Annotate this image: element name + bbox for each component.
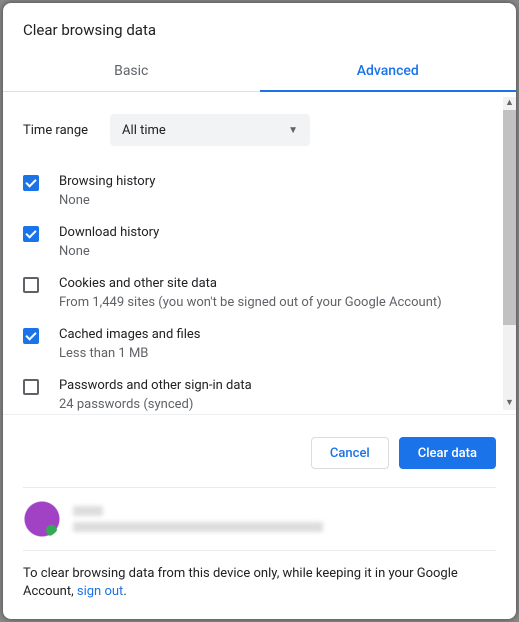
item-title: Browsing history bbox=[59, 173, 496, 191]
time-range-row: Time range All time ▼ bbox=[23, 92, 496, 166]
checkbox-browsing-history[interactable] bbox=[23, 175, 39, 191]
item-subtitle: From 1,449 sites (you won't be signed ou… bbox=[59, 294, 496, 312]
item-text: Download history None bbox=[59, 224, 496, 261]
checkbox-cached-images[interactable] bbox=[23, 328, 39, 344]
tab-basic[interactable]: Basic bbox=[3, 53, 260, 91]
tabs: Basic Advanced bbox=[3, 53, 516, 92]
options-list-wrapper: Time range All time ▼ Browsing history N… bbox=[3, 92, 516, 415]
item-text: Cookies and other site data From 1,449 s… bbox=[59, 275, 496, 312]
item-title: Cookies and other site data bbox=[59, 275, 496, 293]
options-list[interactable]: Time range All time ▼ Browsing history N… bbox=[3, 92, 516, 414]
avatar bbox=[23, 500, 61, 538]
list-item: Download history None bbox=[23, 217, 496, 268]
account-info bbox=[73, 506, 496, 532]
list-item: Cached images and files Less than 1 MB bbox=[23, 319, 496, 370]
list-item: Passwords and other sign-in data 24 pass… bbox=[23, 370, 496, 414]
dialog-title: Clear browsing data bbox=[3, 3, 516, 53]
account-name-redacted bbox=[73, 506, 103, 516]
item-subtitle: None bbox=[59, 192, 496, 210]
footer-text: To clear browsing data from this device … bbox=[3, 551, 516, 619]
checkbox-cookies[interactable] bbox=[23, 277, 39, 293]
item-subtitle: None bbox=[59, 243, 496, 261]
scroll-thumb[interactable] bbox=[503, 110, 516, 325]
button-row: Cancel Clear data bbox=[3, 415, 516, 487]
item-text: Cached images and files Less than 1 MB bbox=[59, 326, 496, 363]
item-title: Cached images and files bbox=[59, 326, 496, 344]
clear-data-button[interactable]: Clear data bbox=[399, 437, 496, 469]
scroll-down-icon[interactable]: ▼ bbox=[503, 397, 516, 410]
checkbox-download-history[interactable] bbox=[23, 226, 39, 242]
chevron-down-icon: ▼ bbox=[288, 125, 298, 136]
item-title: Download history bbox=[59, 224, 496, 242]
time-range-select[interactable]: All time ▼ bbox=[110, 114, 310, 146]
footer-text-2: . bbox=[123, 584, 126, 599]
scroll-up-icon[interactable]: ▲ bbox=[503, 97, 516, 110]
clear-browsing-data-dialog: Clear browsing data Basic Advanced Time … bbox=[3, 3, 516, 619]
time-range-value: All time bbox=[122, 123, 166, 138]
item-subtitle: Less than 1 MB bbox=[59, 345, 496, 363]
tab-advanced[interactable]: Advanced bbox=[260, 53, 517, 91]
checkbox-passwords[interactable] bbox=[23, 379, 39, 395]
account-email-redacted bbox=[73, 522, 323, 532]
list-item: Browsing history None bbox=[23, 166, 496, 217]
item-subtitle: 24 passwords (synced) bbox=[59, 396, 496, 414]
account-row bbox=[23, 487, 496, 551]
time-range-label: Time range bbox=[23, 123, 88, 138]
sign-out-link[interactable]: sign out bbox=[77, 584, 123, 599]
item-title: Passwords and other sign-in data bbox=[59, 377, 496, 395]
item-text: Passwords and other sign-in data 24 pass… bbox=[59, 377, 496, 414]
list-item: Cookies and other site data From 1,449 s… bbox=[23, 268, 496, 319]
cancel-button[interactable]: Cancel bbox=[311, 437, 389, 469]
item-text: Browsing history None bbox=[59, 173, 496, 210]
scrollbar-vertical[interactable]: ▲ ▼ bbox=[503, 97, 516, 410]
